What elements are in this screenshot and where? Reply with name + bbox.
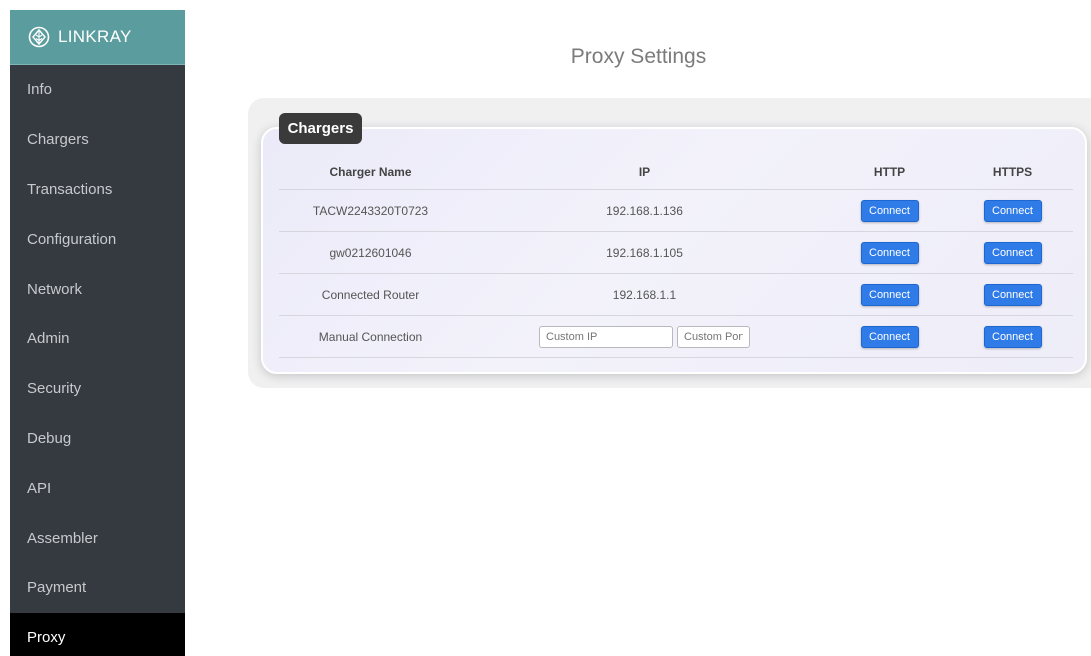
manual-connection-label: Manual Connection xyxy=(318,329,423,344)
charger-name: Connected Router xyxy=(321,287,420,302)
brand-header[interactable]: LINKRAY xyxy=(10,10,185,65)
https-connect-button[interactable]: Connect xyxy=(983,199,1042,222)
sidebar-item-transactions[interactable]: Transactions xyxy=(10,165,185,215)
http-connect-button[interactable]: Connect xyxy=(860,325,919,348)
https-connect-button[interactable]: Connect xyxy=(983,241,1042,264)
http-connect-button[interactable]: Connect xyxy=(860,283,919,306)
table-row: Connected Router 192.168.1.1 Connect Con… xyxy=(279,274,1073,316)
chargers-section-label: Chargers xyxy=(279,113,362,144)
sidebar-item-configuration[interactable]: Configuration xyxy=(10,214,185,264)
leaf-diamond-icon xyxy=(28,26,50,48)
charger-ip: 192.168.1.105 xyxy=(606,245,683,260)
page-title: Proxy Settings xyxy=(570,45,707,68)
custom-port-input[interactable] xyxy=(677,325,750,348)
sidebar-item-proxy[interactable]: Proxy xyxy=(10,612,185,656)
charger-ip: 192.168.1.136 xyxy=(606,203,683,218)
header-https: HTTPS xyxy=(992,165,1033,179)
https-connect-button[interactable]: Connect xyxy=(983,325,1042,348)
sidebar-item-debug[interactable]: Debug xyxy=(10,414,185,464)
http-connect-button[interactable]: Connect xyxy=(860,241,919,264)
sidebar-item-payment[interactable]: Payment xyxy=(10,563,185,613)
brand-name: LINKRAY xyxy=(58,27,132,46)
chargers-table: Charger Name IP HTTP HTTPS TACW2243320T0… xyxy=(279,155,1073,358)
header-ip: IP xyxy=(638,165,651,179)
sidebar-item-info[interactable]: Info xyxy=(10,65,185,115)
charger-name: gw0212601046 xyxy=(329,245,412,260)
header-http: HTTP xyxy=(873,165,906,179)
sidebar-item-admin[interactable]: Admin xyxy=(10,314,185,364)
https-connect-button[interactable]: Connect xyxy=(983,283,1042,306)
sidebar: LINKRAY Info Chargers Transactions Confi… xyxy=(10,10,185,656)
table-row: TACW2243320T0723 192.168.1.136 Connect C… xyxy=(279,190,1073,232)
sidebar-item-assembler[interactable]: Assembler xyxy=(10,513,185,563)
table-row-manual: Manual Connection Connect Connect xyxy=(279,316,1073,358)
http-connect-button[interactable]: Connect xyxy=(860,199,919,222)
sidebar-item-api[interactable]: API xyxy=(10,463,185,513)
table-header-row: Charger Name IP HTTP HTTPS xyxy=(279,155,1073,190)
charger-name: TACW2243320T0723 xyxy=(312,203,429,218)
sidebar-item-security[interactable]: Security xyxy=(10,364,185,414)
header-charger-name: Charger Name xyxy=(329,165,412,179)
sidebar-item-chargers[interactable]: Chargers xyxy=(10,115,185,165)
table-row: gw0212601046 192.168.1.105 Connect Conne… xyxy=(279,232,1073,274)
sidebar-item-network[interactable]: Network xyxy=(10,264,185,314)
custom-ip-input[interactable] xyxy=(539,325,673,348)
charger-ip: 192.168.1.1 xyxy=(612,287,677,302)
